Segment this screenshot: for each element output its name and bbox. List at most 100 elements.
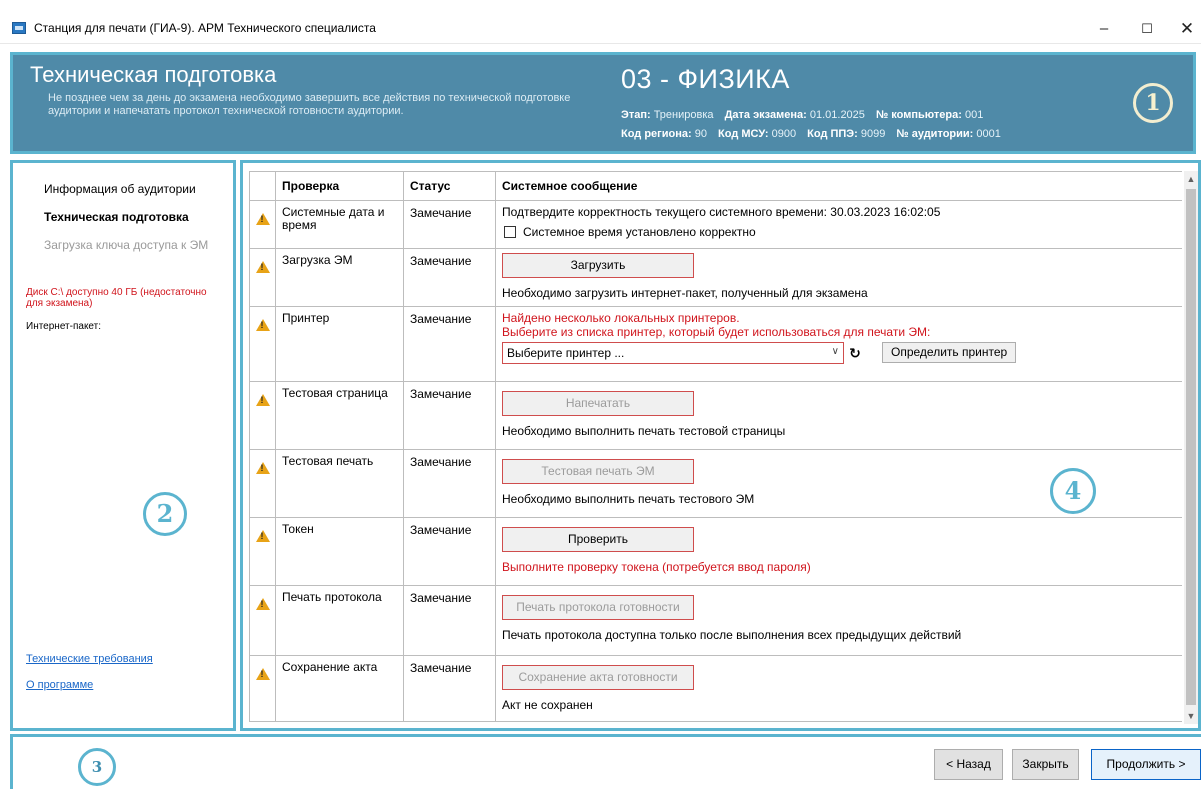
maximize-button[interactable]: ☐: [1130, 16, 1164, 42]
table-row: Тестовая страница Замечание Напечатать Н…: [249, 381, 1182, 450]
warning-icon: [255, 668, 270, 680]
printer-select[interactable]: Выберите принтер ... ∨: [502, 342, 844, 364]
table-row: Загрузка ЭМ Замечание Загрузить Необходи…: [249, 248, 1182, 307]
close-button[interactable]: Закрыть: [1012, 749, 1079, 780]
page-description: Не позднее чем за день до экзамена необх…: [48, 92, 571, 117]
printer-message-1: Найдено несколько локальных принтеров.: [502, 311, 740, 325]
checks-table: Проверка Статус Системное сообщение Сист…: [249, 171, 1182, 722]
room-value: 0001: [976, 128, 1001, 140]
header-message: Системное сообщение: [495, 171, 1182, 201]
refresh-icon[interactable]: ↻: [846, 342, 864, 364]
printer-select-row: Выберите принтер ... ∨ ↻ Определить принтер: [502, 342, 1176, 364]
internet-package-label: Интернет-пакет:: [26, 321, 102, 332]
print-test-page-button[interactable]: Напечатать: [502, 391, 694, 416]
detect-printer-button[interactable]: Определить принтер: [882, 342, 1017, 363]
exam-meta-row-2: Код региона: 90 Код МСУ: 0900 Код ППЭ: 9…: [621, 128, 1001, 140]
back-button[interactable]: < Назад: [934, 749, 1003, 780]
ppe-value: 9099: [860, 128, 886, 140]
table-row: Сохранение акта Замечание Сохранение акт…: [249, 655, 1182, 722]
table-row: Тестовая печать Замечание Тестовая печат…: [249, 449, 1182, 518]
check-name: Тестовая страница: [275, 381, 404, 450]
table-row: Системные дата и время Замечание Подтвер…: [249, 200, 1182, 249]
app-icon: [12, 22, 26, 34]
page-title: Техническая подготовка: [30, 62, 277, 87]
checks-panel: Проверка Статус Системное сообщение Сист…: [240, 160, 1201, 731]
computer-label: № компьютера:: [875, 109, 962, 121]
load-em-message: Необходимо загрузить интернет-пакет, пол…: [502, 286, 868, 300]
token-message: Выполните проверку токена (потребуется в…: [502, 560, 811, 574]
check-name: Загрузка ЭМ: [275, 248, 404, 307]
check-status: Замечание: [403, 381, 496, 450]
warning-icon: [255, 530, 270, 542]
vertical-scrollbar[interactable]: ▲ ▼: [1184, 171, 1198, 724]
warning-icon: [255, 462, 270, 474]
table-header-row: Проверка Статус Системное сообщение: [249, 171, 1182, 201]
scroll-thumb[interactable]: [1186, 189, 1196, 705]
table-row: Печать протокола Замечание Печать проток…: [249, 585, 1182, 656]
check-name: Печать протокола: [275, 585, 404, 656]
computer-value: 001: [964, 109, 984, 121]
msu-value: 0900: [771, 128, 797, 140]
check-status: Замечание: [403, 200, 496, 249]
about-link[interactable]: О программе: [26, 679, 93, 691]
check-name: Системные дата и время: [275, 200, 404, 249]
save-act-message: Акт не сохранен: [502, 698, 593, 712]
ppe-label: Код ППЭ:: [807, 128, 858, 140]
close-window-button[interactable]: ✕: [1170, 16, 1201, 42]
window-titlebar: Станция для печати (ГИА-9). АРМ Техничес…: [0, 0, 1201, 44]
callout-badge-3: 3: [78, 748, 116, 786]
protocol-message: Печать протокола доступна только после в…: [502, 628, 962, 642]
print-protocol-button[interactable]: Печать протокола готовности: [502, 595, 694, 620]
check-status: Замечание: [403, 517, 496, 586]
warning-icon: [255, 213, 270, 225]
check-name: Принтер: [275, 306, 404, 382]
table-row: Токен Замечание Проверить Выполните пров…: [249, 517, 1182, 586]
msu-label: Код МСУ:: [718, 128, 769, 140]
check-name: Сохранение акта: [275, 655, 404, 722]
warning-icon: [255, 598, 270, 610]
exam-date-label: Дата экзамена:: [724, 109, 807, 121]
scroll-down-icon[interactable]: ▼: [1184, 708, 1198, 724]
window-title: Станция для печати (ГИА-9). АРМ Техничес…: [34, 21, 376, 35]
test-page-message: Необходимо выполнить печать тестовой стр…: [502, 424, 786, 438]
disk-status: Диск C:\ доступно 40 ГБ (недостаточно дл…: [26, 287, 207, 309]
check-status: Замечание: [403, 655, 496, 722]
room-label: № аудитории:: [896, 128, 974, 140]
header-panel: Техническая подготовка Не позднее чем за…: [10, 52, 1196, 154]
stage-value: Тренировка: [653, 109, 714, 121]
exam-date-value: 01.01.2025: [809, 109, 865, 121]
sidebar-item-access-key: Загрузка ключа доступа к ЭМ: [44, 238, 209, 252]
table-row: Принтер Замечание Найдено несколько лока…: [249, 306, 1182, 382]
check-status: Замечание: [403, 248, 496, 307]
header-status: Статус: [403, 171, 496, 201]
check-name: Тестовая печать: [275, 449, 404, 518]
time-correct-checkbox-label[interactable]: Системное время установлено корректно: [523, 225, 756, 239]
stage-label: Этап:: [621, 109, 651, 121]
continue-button[interactable]: Продолжить >: [1091, 749, 1201, 780]
callout-badge-1: 1: [1133, 83, 1173, 123]
sidebar-item-room-info[interactable]: Информация об аудитории: [44, 182, 196, 196]
check-status: Замечание: [403, 585, 496, 656]
minimize-button[interactable]: –: [1087, 16, 1121, 42]
tech-requirements-link[interactable]: Технические требования: [26, 653, 153, 665]
header-icon-col: [249, 171, 276, 201]
callout-badge-4: 4: [1050, 468, 1096, 514]
check-token-button[interactable]: Проверить: [502, 527, 694, 552]
time-confirm-message: Подтвердите корректность текущего систем…: [502, 205, 941, 219]
callout-badge-2: 2: [143, 492, 187, 536]
time-correct-checkbox[interactable]: [504, 226, 516, 238]
load-em-button[interactable]: Загрузить: [502, 253, 694, 278]
chevron-down-icon[interactable]: ∨: [832, 346, 839, 357]
exam-meta-row-1: Этап: Тренировка Дата экзамена: 01.01.20…: [621, 109, 983, 121]
warning-icon: [255, 261, 270, 273]
sidebar: Информация об аудитории Техническая подг…: [10, 160, 236, 731]
scroll-up-icon[interactable]: ▲: [1184, 171, 1198, 187]
save-act-button[interactable]: Сохранение акта готовности: [502, 665, 694, 690]
test-print-em-button[interactable]: Тестовая печать ЭМ: [502, 459, 694, 484]
checks-table-viewport: Проверка Статус Системное сообщение Сист…: [249, 171, 1182, 724]
check-name: Токен: [275, 517, 404, 586]
printer-select-value[interactable]: Выберите принтер ...: [507, 346, 624, 360]
region-label: Код региона:: [621, 128, 692, 140]
sidebar-item-tech-prep[interactable]: Техническая подготовка: [44, 210, 189, 224]
time-correct-checkbox-row[interactable]: Системное время установлено корректно: [502, 225, 1176, 239]
